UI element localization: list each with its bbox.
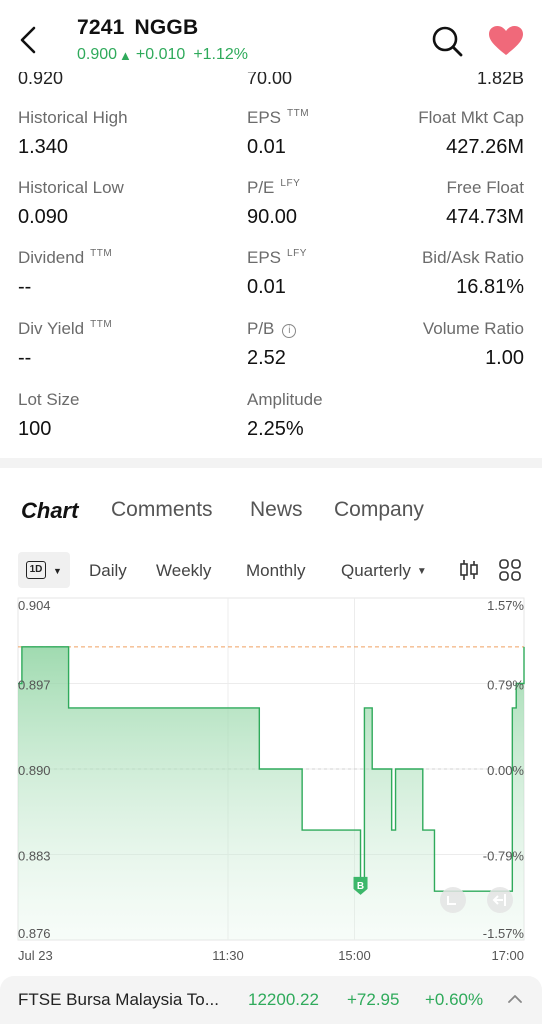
stat-free-float: Free Float 474.73M: [446, 178, 524, 229]
stat-value: 0.01: [247, 136, 286, 158]
stat-value: --: [18, 347, 32, 369]
intraday-period-dropdown[interactable]: 1D ▼: [18, 552, 70, 588]
price-change-pct: +1.12%: [193, 46, 249, 63]
y-axis-label-left: 0.876: [18, 926, 51, 941]
section-tabs: Chart Comments News Company: [0, 494, 542, 534]
stat-label: EPS LFY: [247, 248, 307, 267]
y-axis-label-right: 0.79%: [487, 678, 524, 693]
y-axis-label-right: 1.57%: [487, 598, 524, 613]
candlestick-icon[interactable]: [457, 558, 481, 582]
reset-zoom-icon[interactable]: [440, 887, 466, 913]
intraday-chart[interactable]: 0.904 0.897 0.890 0.883 0.876 1.57% 0.79% 0.00%…: [0, 594, 542, 970]
stock-code: 7241: [77, 16, 125, 39]
x-axis-label: 11:30: [212, 948, 244, 963]
price-change: +0.010: [135, 46, 186, 63]
stat-value: 0.090: [18, 206, 69, 228]
stat-pb: P/B i 2.52: [247, 319, 297, 370]
stat-value: 100: [18, 418, 52, 440]
caret-down-icon: ▼: [416, 566, 427, 577]
stock-header: 7241 NGGB 0.900 ▲ +0.010 +1.12%: [0, 0, 542, 72]
up-arrow-icon: ▲: [119, 47, 132, 63]
x-axis-label: 17:00: [491, 948, 524, 963]
caret-down-icon: ▼: [53, 566, 62, 576]
stat-eps-ttm: EPS TTM 0.01: [247, 108, 309, 159]
tab-news[interactable]: News: [250, 498, 303, 522]
last-price: 0.900: [77, 46, 118, 63]
stat-historical-high: Historical High 1.340: [18, 108, 128, 159]
y-axis-label-right: 0.00%: [487, 763, 524, 778]
stat-float-mkt-cap: Float Mkt Cap 427.26M: [418, 108, 524, 159]
stat-value: 16.81%: [456, 276, 524, 298]
stat-value: 1.00: [485, 347, 524, 369]
stat-label: Float Mkt Cap: [418, 108, 524, 127]
y-axis-label-left: 0.904: [18, 598, 51, 613]
stat-value: --: [18, 276, 32, 298]
stat-label: Amplitude: [247, 390, 323, 409]
back-arrow-icon[interactable]: [14, 24, 42, 56]
index-ticker-bar[interactable]: FTSE Bursa Malaysia To... 12200.22 +72.9…: [0, 976, 542, 1024]
stat-value: 0.01: [247, 276, 286, 298]
info-icon[interactable]: i: [282, 324, 297, 338]
stat-pe-lfy: P/E LFY 90.00: [247, 178, 300, 229]
stock-title: 7241 NGGB 0.900 ▲ +0.010 +1.12%: [77, 16, 248, 64]
x-axis-label: Jul 23: [18, 948, 53, 963]
stat-div-yield-ttm: Div Yield TTM --: [18, 319, 112, 370]
stock-code-name: 7241 NGGB: [77, 16, 248, 40]
stat-label: P/E LFY: [247, 178, 301, 197]
stat-label: EPS TTM: [247, 108, 310, 127]
stat-bid-ask-ratio: Bid/Ask Ratio 16.81%: [422, 248, 524, 299]
stat-eps-lfy: EPS LFY 0.01: [247, 248, 307, 299]
y-axis-label-left: 0.890: [18, 763, 51, 778]
stat-label: Free Float: [446, 178, 524, 197]
stat-label: Lot Size: [18, 390, 80, 409]
index-price: 12200.22: [248, 990, 319, 1009]
section-divider: [0, 458, 542, 468]
chart-canvas: 0.904 0.897 0.890 0.883 0.876 1.57% 0.79% 0.00%…: [17, 597, 525, 963]
stat-lot-size: Lot Size 100: [18, 390, 79, 441]
heart-icon[interactable]: [488, 25, 524, 57]
period-quarterly[interactable]: Quarterly ▼: [341, 561, 427, 581]
y-axis-label-right: -1.57%: [483, 926, 525, 941]
index-change: +72.95: [347, 990, 400, 1009]
chevron-up-icon[interactable]: [506, 992, 524, 1006]
period-selector: 1D ▼ Daily Weekly Monthly Quarterly ▼: [0, 552, 542, 590]
index-change-pct: +0.60%: [425, 990, 484, 1009]
stat-value: 1.340: [18, 136, 69, 158]
stat-value: 427.26M: [446, 136, 524, 158]
stat-label: Dividend TTM: [18, 248, 113, 267]
y-axis-label-left: 0.897: [18, 678, 51, 693]
tab-company[interactable]: Company: [334, 498, 424, 522]
stat-label: Historical Low: [18, 178, 124, 197]
stat-value: 2.52: [247, 347, 286, 369]
tab-comments[interactable]: Comments: [111, 498, 213, 522]
stat-label: Volume Ratio: [422, 319, 524, 338]
tab-chart[interactable]: Chart: [21, 498, 78, 524]
y-axis-label-left: 0.883: [18, 849, 51, 864]
stock-name: NGGB: [134, 16, 199, 39]
stat-dividend-ttm: Dividend TTM --: [18, 248, 112, 299]
stat-label: Bid/Ask Ratio: [421, 248, 524, 267]
period-1d-icon: 1D: [26, 561, 46, 579]
grid-layout-icon[interactable]: [498, 558, 522, 582]
x-axis-label: 15:00: [338, 948, 371, 963]
stat-amplitude: Amplitude 2.25%: [247, 390, 323, 441]
stat-value: 90.00: [247, 206, 298, 228]
buy-marker-label: B: [357, 881, 364, 892]
period-weekly[interactable]: Weekly: [156, 561, 211, 581]
stock-quote: 0.900 ▲ +0.010 +1.12%: [77, 46, 248, 64]
index-name: FTSE Bursa Malaysia To...: [18, 990, 219, 1009]
period-monthly[interactable]: Monthly: [246, 561, 306, 581]
stat-label: Div Yield TTM: [18, 319, 113, 338]
stat-label: P/B i: [247, 319, 297, 339]
stat-volume-ratio: Volume Ratio 1.00: [423, 319, 524, 370]
stat-value: 474.73M: [446, 206, 524, 228]
search-icon[interactable]: [430, 24, 464, 58]
period-daily[interactable]: Daily: [89, 561, 127, 581]
stat-value: 2.25%: [247, 418, 304, 440]
stat-historical-low: Historical Low 0.090: [18, 178, 124, 229]
stat-label: Historical High: [18, 108, 128, 127]
y-axis-label-right: -0.79%: [483, 849, 525, 864]
